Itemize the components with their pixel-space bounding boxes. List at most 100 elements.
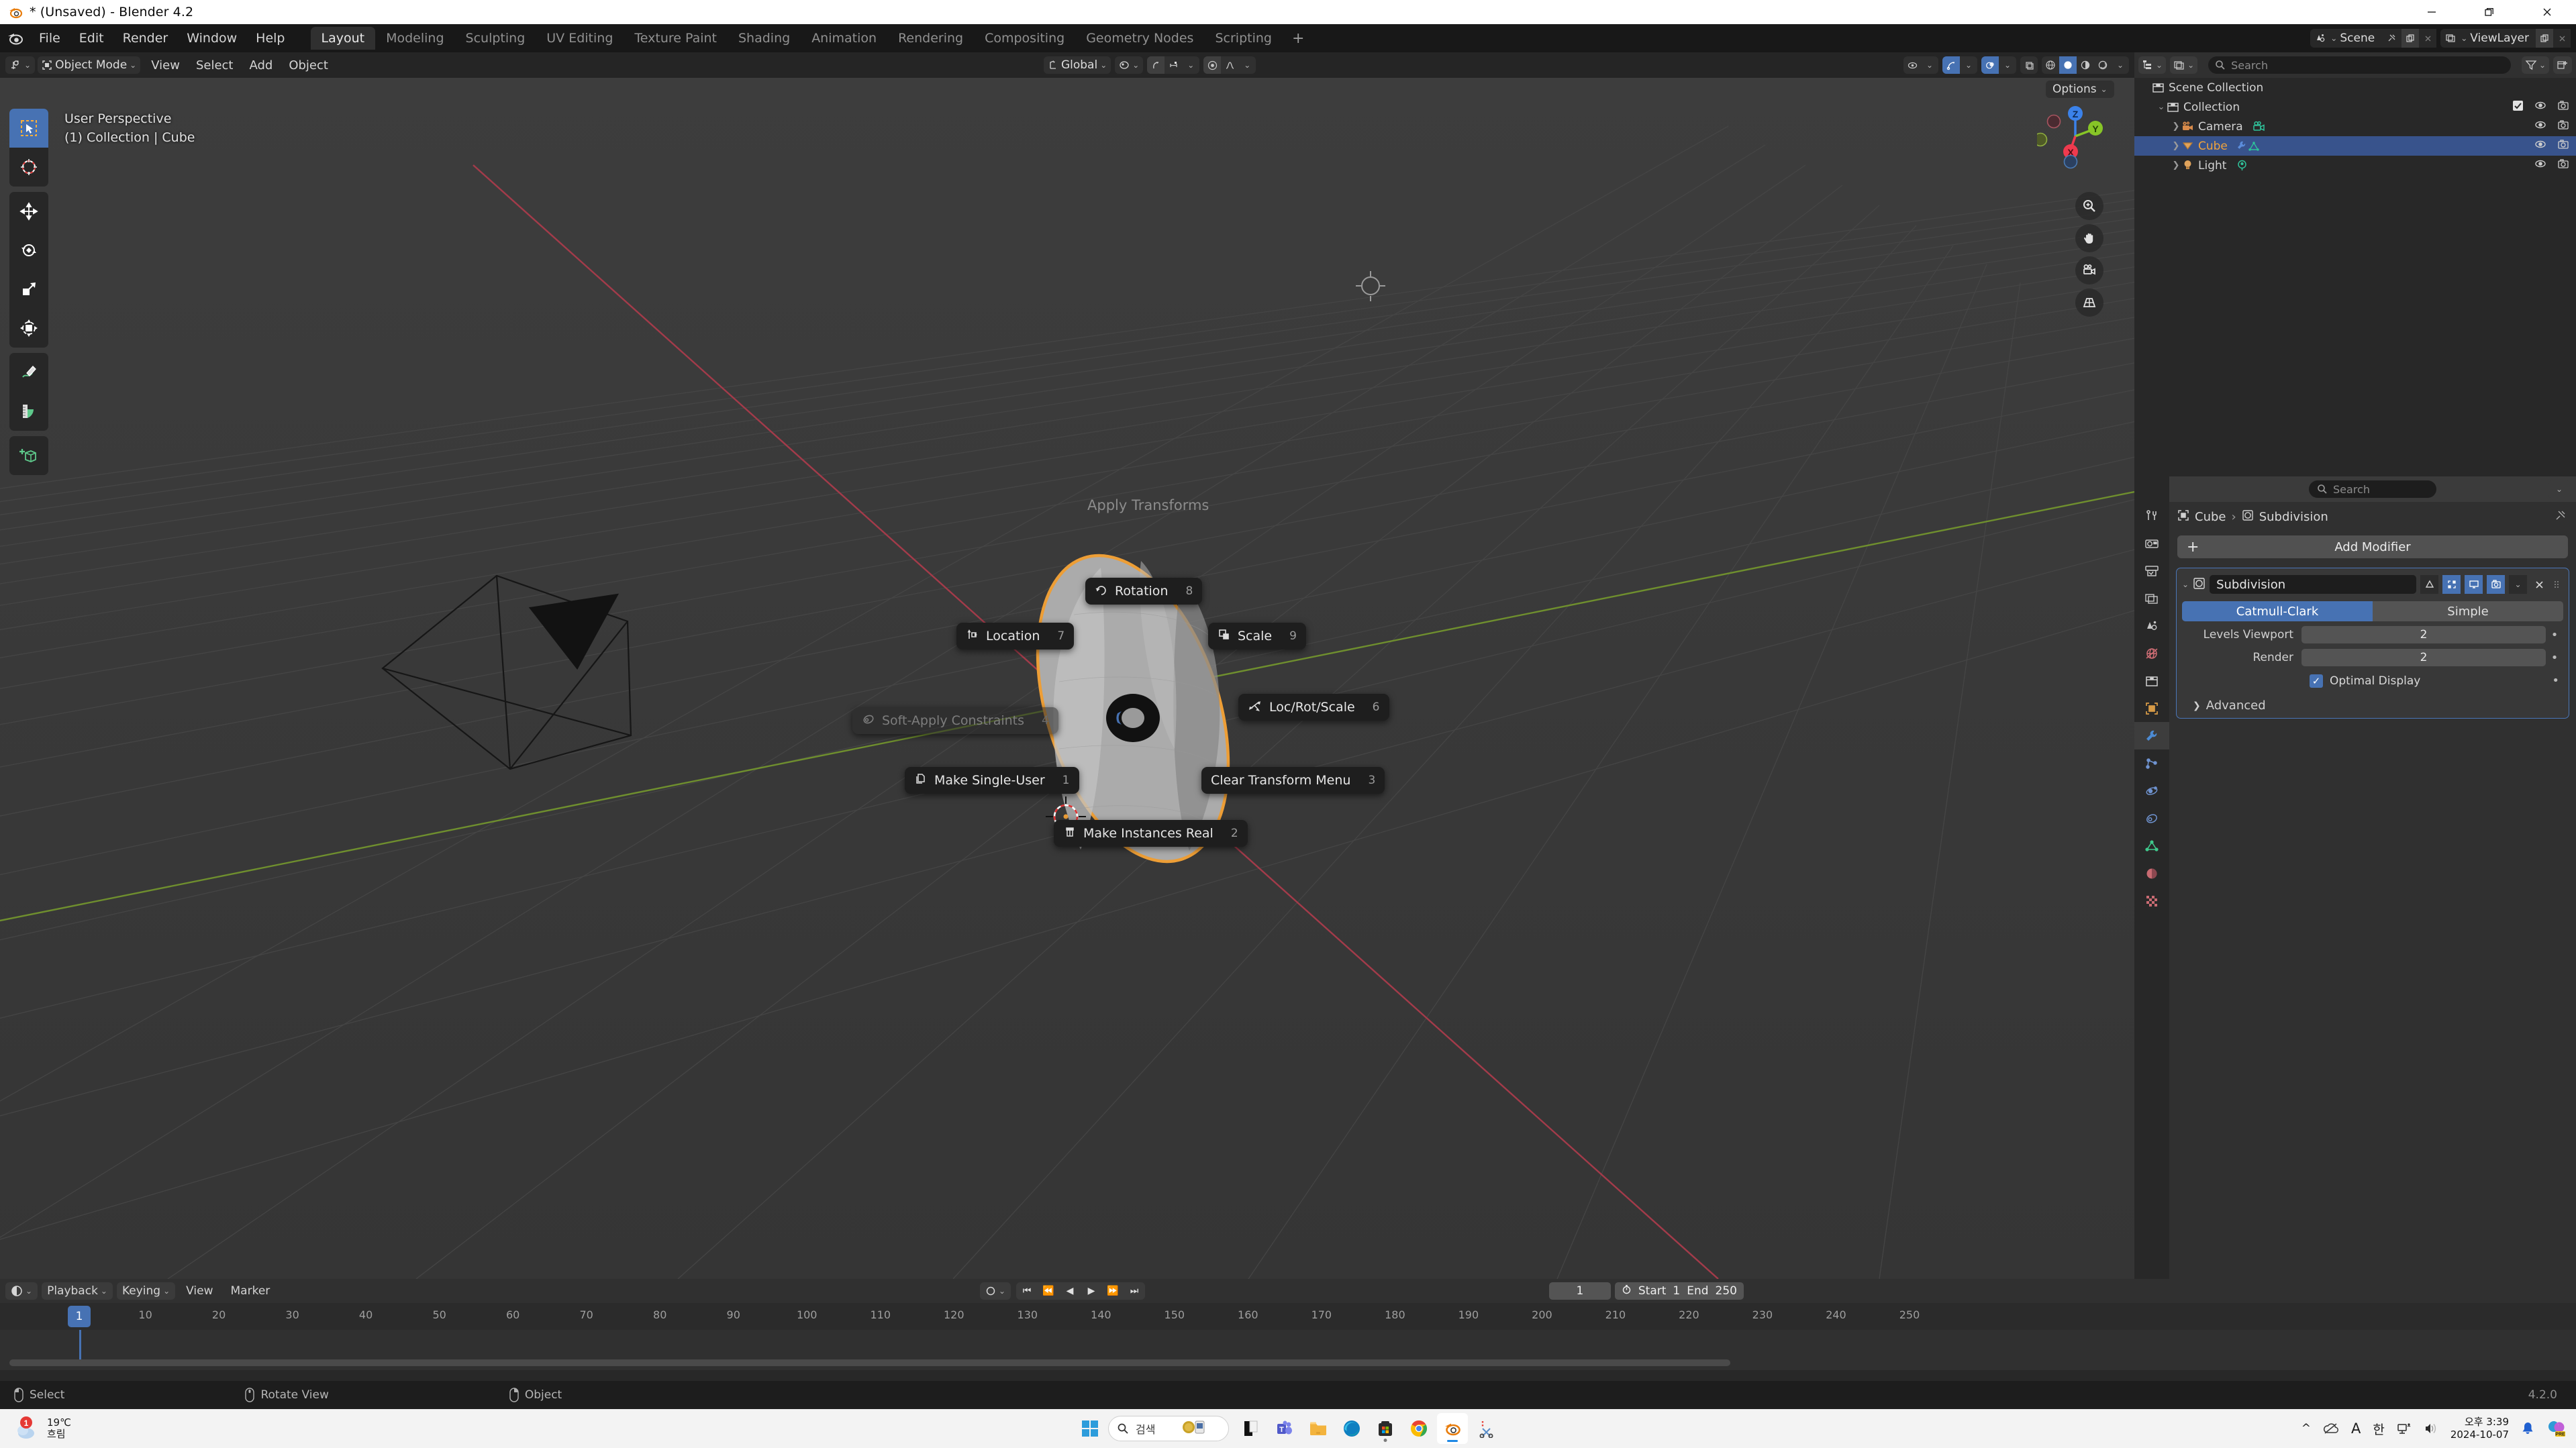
frame-range-group[interactable]: Start 1 End 250: [1614, 1282, 1744, 1300]
taskbar-clock[interactable]: 오후 3:39 2024-10-07: [2450, 1416, 2509, 1441]
modifier-drag-handle[interactable]: [2551, 580, 2563, 589]
falloff-curve-icon[interactable]: [1221, 56, 1238, 74]
pie-item-scale[interactable]: Scale 9: [1208, 623, 1306, 650]
show-gizmo-icon[interactable]: [1942, 56, 1960, 74]
wireframe-shading-icon[interactable]: [2042, 56, 2059, 74]
play-button[interactable]: ▶: [1081, 1282, 1102, 1300]
keying-menu[interactable]: Keying ⌄: [116, 1282, 176, 1300]
timeline-marker-menu[interactable]: Marker: [224, 1284, 277, 1298]
material-preview-shading-icon[interactable]: [2077, 56, 2094, 74]
pie-item-clear-transform-menu[interactable]: Clear Transform Menu 3: [1201, 767, 1385, 794]
chevron-down-icon[interactable]: ⌄: [1999, 56, 2016, 74]
viewport-menu-add[interactable]: Add: [241, 58, 281, 72]
cursor-tool-icon[interactable]: [9, 148, 48, 187]
pin-icon[interactable]: [2381, 34, 2401, 43]
workspace-tab-scripting[interactable]: Scripting: [1204, 27, 1283, 50]
pie-item-location[interactable]: Location 7: [956, 623, 1075, 650]
realtime-display-toggle-icon[interactable]: [2465, 575, 2483, 594]
timeline-ruler[interactable]: 1 10 20 30 40 50 60 70 80 90 100 110 120 130 140 150 16…: [0, 1303, 2576, 1330]
object-types-visibility-icon[interactable]: [1903, 56, 1921, 74]
teams-icon[interactable]: T: [1269, 1413, 1300, 1444]
on-cage-toggle-icon[interactable]: [2420, 575, 2438, 594]
timeline-editor-type-selector[interactable]: ⌄: [5, 1282, 38, 1300]
render-camera-icon[interactable]: [2557, 99, 2569, 115]
snap-magnet-icon[interactable]: [1165, 56, 1182, 74]
workspace-tab-sculpting[interactable]: Sculpting: [455, 27, 536, 50]
ime-alpha-icon[interactable]: A: [2351, 1420, 2361, 1437]
modifier-extras-menu-icon[interactable]: ⌄: [2509, 575, 2527, 594]
subdivision-type-catmull-clark[interactable]: Catmull-Clark: [2182, 601, 2373, 621]
tab-world[interactable]: [2134, 639, 2169, 667]
tab-output[interactable]: [2134, 557, 2169, 584]
chevron-down-icon[interactable]: ⌄: [1921, 56, 1938, 74]
topbar-menu-file[interactable]: File: [30, 28, 70, 48]
interaction-mode-selector[interactable]: Object Mode ⌄: [38, 56, 141, 74]
move-tool-icon[interactable]: [9, 192, 48, 231]
3d-viewport[interactable]: User Perspective (1) Collection | Cube Z…: [0, 78, 2134, 1279]
playback-controls[interactable]: ⏮ ⏪ ◀ ▶ ⏩ ⏭: [1016, 1282, 1146, 1300]
add-modifier-button[interactable]: + Add Modifier: [2177, 535, 2568, 558]
pie-item-loc-rot-scale[interactable]: Loc/Rot/Scale 6: [1238, 694, 1389, 721]
chevron-right-icon[interactable]: ❯: [2171, 121, 2181, 132]
camera-view-icon[interactable]: [2075, 256, 2103, 285]
solid-shading-icon[interactable]: [2059, 56, 2077, 74]
shading-mode-group[interactable]: ⌄: [2042, 56, 2129, 74]
scale-tool-icon[interactable]: [9, 270, 48, 309]
overlays-group[interactable]: ⌄: [1981, 56, 2016, 74]
jump-to-start-button[interactable]: ⏮: [1016, 1282, 1038, 1300]
blender-logo-icon[interactable]: [7, 30, 24, 47]
snapping-group[interactable]: ⌄: [1147, 56, 1200, 74]
topbar-menu-help[interactable]: Help: [246, 28, 294, 48]
render-camera-icon[interactable]: [2557, 119, 2569, 134]
topbar-menu-render[interactable]: Render: [113, 28, 178, 48]
outliner-editor-type-selector[interactable]: ⌄: [2138, 56, 2167, 74]
modifier-delete-button[interactable]: [2531, 580, 2547, 590]
eye-icon[interactable]: [2534, 99, 2546, 115]
next-keyframe-button[interactable]: ⏩: [1102, 1282, 1124, 1300]
transform-tool-icon[interactable]: [9, 309, 48, 348]
delete-scene-button[interactable]: [2419, 29, 2437, 48]
properties-options-button[interactable]: ⌄: [2548, 480, 2571, 498]
breadcrumb-modifier-name[interactable]: Subdivision: [2259, 510, 2328, 524]
outliner-row-collection[interactable]: ⌄ Collection: [2134, 97, 2576, 117]
show-overlays-icon[interactable]: [1981, 56, 1999, 74]
tweak-select-tool-icon[interactable]: [9, 109, 48, 148]
network-icon[interactable]: [2397, 1422, 2412, 1435]
visibility-group[interactable]: ⌄: [1903, 56, 1938, 74]
auto-keying-toggle[interactable]: ⌄: [980, 1282, 1011, 1300]
render-levels-animate-dot[interactable]: •: [2546, 651, 2563, 665]
bell-icon[interactable]: [2521, 1421, 2534, 1436]
store-icon[interactable]: [1370, 1413, 1401, 1444]
tray-overflow-icon[interactable]: ^: [2301, 1422, 2311, 1435]
workspace-tab-modeling[interactable]: Modeling: [375, 27, 454, 50]
eye-icon[interactable]: [2534, 119, 2546, 134]
modifier-panel-subdivision[interactable]: ⌄ Subdivision ⌄ Catmull-Clark Simple Lev…: [2176, 568, 2569, 719]
chevron-down-icon[interactable]: ⌄: [1182, 56, 1199, 74]
outliner-row-scene-collection[interactable]: Scene Collection: [2134, 78, 2576, 97]
viewport-options-button[interactable]: Options ⌄: [2046, 81, 2114, 98]
rotate-tool-icon[interactable]: [9, 231, 48, 270]
pie-item-rotation[interactable]: Rotation 8: [1085, 578, 1203, 605]
zoom-icon[interactable]: [2075, 192, 2103, 220]
optimal-display-checkbox[interactable]: ✓: [2310, 674, 2323, 688]
file-explorer-icon[interactable]: [1303, 1413, 1334, 1444]
viewport-menu-view[interactable]: View: [143, 58, 188, 72]
tab-tool[interactable]: [2134, 502, 2169, 529]
horizontal-scrollbar[interactable]: [9, 1359, 1730, 1366]
toggle-xray-icon[interactable]: [2020, 56, 2038, 74]
outliner-row-camera[interactable]: ❯ Camera: [2134, 117, 2576, 136]
blender-icon[interactable]: [1437, 1413, 1468, 1444]
current-frame-input[interactable]: 1: [1548, 1282, 1611, 1300]
editor-type-selector[interactable]: ⌄: [5, 56, 36, 74]
delete-viewlayer-button[interactable]: [2553, 29, 2571, 48]
edit-mode-toggle-icon[interactable]: [2442, 575, 2461, 594]
transform-orientation-selector[interactable]: Global ⌄: [1043, 56, 1111, 74]
pie-item-make-single-user[interactable]: Make Single-User 1: [905, 767, 1079, 794]
pan-hand-icon[interactable]: [2075, 224, 2103, 252]
tab-physics[interactable]: [2134, 777, 2169, 805]
pie-item-make-instances-real[interactable]: Make Instances Real 2: [1054, 820, 1248, 847]
timeline-view-menu[interactable]: View: [179, 1284, 219, 1298]
workspace-tab-geometry-nodes[interactable]: Geometry Nodes: [1075, 27, 1204, 50]
annotate-tool-icon[interactable]: [9, 353, 48, 392]
properties-editor[interactable]: Search ⌄ Cube › Subdivision + Add Modifi…: [2134, 476, 2576, 1279]
